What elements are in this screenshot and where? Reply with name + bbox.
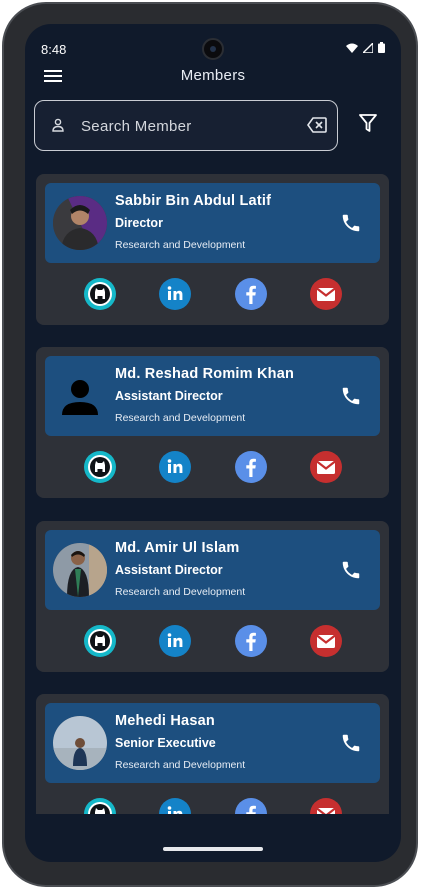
person-icon: [52, 118, 64, 132]
clear-text-icon[interactable]: [307, 117, 327, 133]
battery-icon: [378, 42, 385, 53]
member-card[interactable]: Mehedi Hasan Senior Executive Research a…: [36, 694, 389, 814]
social-links: [36, 278, 389, 312]
phone-icon[interactable]: [340, 732, 362, 754]
wifi-icon: [346, 43, 358, 53]
avatar: [53, 196, 107, 250]
github-icon[interactable]: [84, 798, 116, 814]
device-frame: 8:48 Members Search Member Sabbir Bin Ab…: [2, 2, 418, 887]
linkedin-icon[interactable]: [159, 798, 191, 814]
gmail-icon[interactable]: [310, 278, 342, 310]
member-card[interactable]: Md. Amir Ul Islam Assistant Director Res…: [36, 521, 389, 672]
member-name: Md. Reshad Romim Khan: [115, 366, 295, 382]
gmail-icon[interactable]: [310, 451, 342, 483]
linkedin-icon[interactable]: [159, 278, 191, 310]
social-links: [36, 625, 389, 659]
member-info[interactable]: Md. Amir Ul Islam Assistant Director Res…: [45, 530, 380, 610]
member-card[interactable]: Md. Reshad Romim Khan Assistant Director…: [36, 347, 389, 498]
phone-icon[interactable]: [340, 212, 362, 234]
status-time: 8:48: [41, 42, 67, 57]
page-title: Members: [180, 67, 246, 84]
member-role: Senior Executive: [115, 736, 216, 750]
member-department: Research and Development: [115, 239, 246, 251]
social-links: [36, 451, 389, 485]
gmail-icon[interactable]: [310, 625, 342, 657]
search-input[interactable]: [81, 113, 291, 139]
app-screen: 8:48 Members Search Member Sabbir Bin Ab…: [25, 24, 401, 862]
facebook-icon[interactable]: [235, 625, 267, 657]
search-box[interactable]: [34, 100, 338, 151]
member-name: Mehedi Hasan: [115, 713, 215, 729]
member-info[interactable]: Mehedi Hasan Senior Executive Research a…: [45, 703, 380, 783]
phone-icon[interactable]: [340, 559, 362, 581]
avatar: [53, 716, 107, 770]
filter-icon[interactable]: [358, 113, 378, 133]
app-bar: Members: [25, 64, 401, 88]
member-role: Assistant Director: [115, 389, 223, 403]
gesture-nav-handle[interactable]: [163, 847, 263, 851]
member-name: Sabbir Bin Abdul Latif: [115, 193, 272, 209]
facebook-icon[interactable]: [235, 278, 267, 310]
signal-icon: [363, 42, 373, 53]
member-department: Research and Development: [115, 586, 246, 598]
member-info[interactable]: Sabbir Bin Abdul Latif Director Research…: [45, 183, 380, 263]
member-card[interactable]: Sabbir Bin Abdul Latif Director Research…: [36, 174, 389, 325]
social-links: [36, 798, 389, 814]
facebook-icon[interactable]: [235, 451, 267, 483]
facebook-icon[interactable]: [235, 798, 267, 814]
placeholder-person-icon: [53, 369, 107, 423]
member-department: Research and Development: [115, 412, 246, 424]
member-list[interactable]: Sabbir Bin Abdul Latif Director Research…: [36, 174, 389, 814]
member-role: Assistant Director: [115, 563, 223, 577]
github-icon[interactable]: [84, 451, 116, 483]
github-icon[interactable]: [84, 278, 116, 310]
phone-icon[interactable]: [340, 385, 362, 407]
linkedin-icon[interactable]: [159, 451, 191, 483]
member-department: Research and Development: [115, 759, 246, 771]
front-camera: [202, 38, 224, 60]
github-icon[interactable]: [84, 625, 116, 657]
avatar: [53, 543, 107, 597]
member-name: Md. Amir Ul Islam: [115, 540, 240, 556]
status-icons: [346, 42, 385, 53]
gmail-icon[interactable]: [310, 798, 342, 814]
member-info[interactable]: Md. Reshad Romim Khan Assistant Director…: [45, 356, 380, 436]
member-role: Director: [115, 216, 163, 230]
linkedin-icon[interactable]: [159, 625, 191, 657]
